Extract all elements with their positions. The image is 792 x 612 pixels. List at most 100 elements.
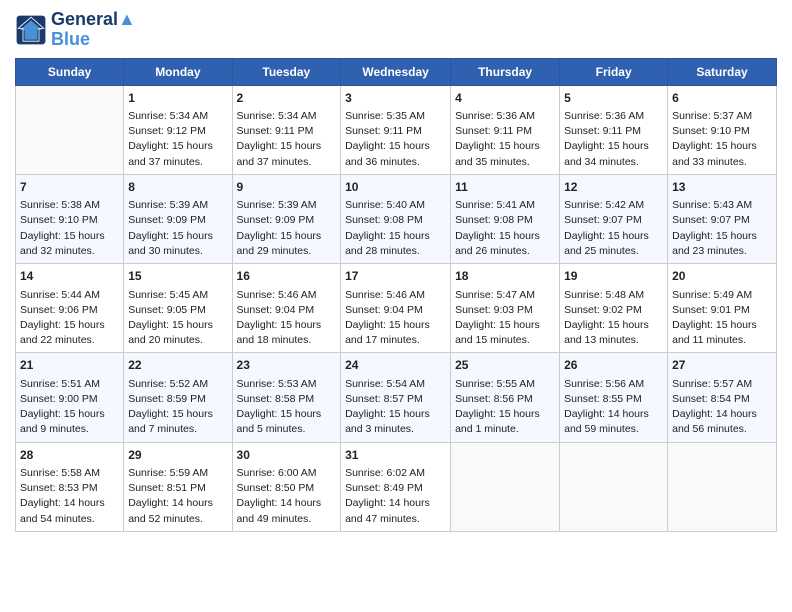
day-info: Sunrise: 5:46 AM Sunset: 9:04 PM Dayligh… [237,288,337,349]
calendar-cell: 23 Sunrise: 5:53 AM Sunset: 8:58 PM Dayli… [232,353,341,442]
day-info: Sunrise: 5:53 AM Sunset: 8:58 PM Dayligh… [237,377,337,438]
day-number: 2 [237,90,337,107]
calendar-cell: 7 Sunrise: 5:38 AM Sunset: 9:10 PM Daylig… [16,174,124,263]
day-number: 25 [455,357,555,374]
day-number: 21 [20,357,119,374]
calendar-cell: 8 Sunrise: 5:39 AM Sunset: 9:09 PM Daylig… [124,174,232,263]
weekday-header-tuesday: Tuesday [232,58,341,85]
weekday-header-friday: Friday [560,58,668,85]
day-info: Sunrise: 6:00 AM Sunset: 8:50 PM Dayligh… [237,466,337,527]
calendar-cell: 4 Sunrise: 5:36 AM Sunset: 9:11 PM Daylig… [451,85,560,174]
day-number: 7 [20,179,119,196]
calendar-cell: 12 Sunrise: 5:42 AM Sunset: 9:07 PM Dayli… [560,174,668,263]
day-number: 18 [455,268,555,285]
day-number: 16 [237,268,337,285]
day-number: 24 [345,357,446,374]
logo-text: General▲ Blue [51,10,136,50]
calendar-cell: 14 Sunrise: 5:44 AM Sunset: 9:06 PM Dayli… [16,264,124,353]
day-info: Sunrise: 5:56 AM Sunset: 8:55 PM Dayligh… [564,377,663,438]
day-info: Sunrise: 5:54 AM Sunset: 8:57 PM Dayligh… [345,377,446,438]
day-info: Sunrise: 5:45 AM Sunset: 9:05 PM Dayligh… [128,288,227,349]
calendar-cell: 10 Sunrise: 5:40 AM Sunset: 9:08 PM Dayli… [341,174,451,263]
day-number: 15 [128,268,227,285]
calendar-cell: 24 Sunrise: 5:54 AM Sunset: 8:57 PM Dayli… [341,353,451,442]
calendar-week-2: 7 Sunrise: 5:38 AM Sunset: 9:10 PM Daylig… [16,174,777,263]
day-number: 8 [128,179,227,196]
day-number: 28 [20,447,119,464]
day-info: Sunrise: 5:44 AM Sunset: 9:06 PM Dayligh… [20,288,119,349]
calendar-cell: 1 Sunrise: 5:34 AM Sunset: 9:12 PM Daylig… [124,85,232,174]
weekday-header-thursday: Thursday [451,58,560,85]
calendar-cell: 18 Sunrise: 5:47 AM Sunset: 9:03 PM Dayli… [451,264,560,353]
weekday-header-monday: Monday [124,58,232,85]
logo: General▲ Blue [15,10,136,50]
day-info: Sunrise: 5:34 AM Sunset: 9:12 PM Dayligh… [128,109,227,170]
calendar-cell: 21 Sunrise: 5:51 AM Sunset: 9:00 PM Dayli… [16,353,124,442]
day-info: Sunrise: 5:59 AM Sunset: 8:51 PM Dayligh… [128,466,227,527]
day-number: 31 [345,447,446,464]
weekday-header-saturday: Saturday [668,58,777,85]
calendar-cell: 15 Sunrise: 5:45 AM Sunset: 9:05 PM Dayli… [124,264,232,353]
calendar-cell [668,442,777,531]
calendar-cell: 30 Sunrise: 6:00 AM Sunset: 8:50 PM Dayli… [232,442,341,531]
day-info: Sunrise: 5:52 AM Sunset: 8:59 PM Dayligh… [128,377,227,438]
day-info: Sunrise: 5:36 AM Sunset: 9:11 PM Dayligh… [564,109,663,170]
day-info: Sunrise: 5:35 AM Sunset: 9:11 PM Dayligh… [345,109,446,170]
calendar-cell: 25 Sunrise: 5:55 AM Sunset: 8:56 PM Dayli… [451,353,560,442]
day-info: Sunrise: 5:51 AM Sunset: 9:00 PM Dayligh… [20,377,119,438]
calendar-cell: 22Sunrise: 5:52 AM Sunset: 8:59 PM Dayli… [124,353,232,442]
page-header: General▲ Blue [15,10,777,50]
calendar-cell [560,442,668,531]
day-number: 20 [672,268,772,285]
day-info: Sunrise: 5:37 AM Sunset: 9:10 PM Dayligh… [672,109,772,170]
calendar-cell: 2 Sunrise: 5:34 AM Sunset: 9:11 PM Daylig… [232,85,341,174]
day-info: Sunrise: 5:41 AM Sunset: 9:08 PM Dayligh… [455,198,555,259]
calendar-cell: 28 Sunrise: 5:58 AM Sunset: 8:53 PM Dayli… [16,442,124,531]
weekday-header-sunday: Sunday [16,58,124,85]
calendar-cell: 19Sunrise: 5:48 AM Sunset: 9:02 PM Dayli… [560,264,668,353]
day-info: Sunrise: 5:38 AM Sunset: 9:10 PM Dayligh… [20,198,119,259]
day-info: Sunrise: 5:36 AM Sunset: 9:11 PM Dayligh… [455,109,555,170]
day-number: 4 [455,90,555,107]
day-info: Sunrise: 5:42 AM Sunset: 9:07 PM Dayligh… [564,198,663,259]
calendar-week-3: 14 Sunrise: 5:44 AM Sunset: 9:06 PM Dayli… [16,264,777,353]
calendar-week-5: 28 Sunrise: 5:58 AM Sunset: 8:53 PM Dayli… [16,442,777,531]
day-info: Sunrise: 5:43 AM Sunset: 9:07 PM Dayligh… [672,198,772,259]
weekday-header-row: SundayMondayTuesdayWednesdayThursdayFrid… [16,58,777,85]
logo-icon [15,14,47,46]
calendar-cell [16,85,124,174]
weekday-header-wednesday: Wednesday [341,58,451,85]
day-number: 29 [128,447,227,464]
day-number: 17 [345,268,446,285]
day-info: Sunrise: 5:40 AM Sunset: 9:08 PM Dayligh… [345,198,446,259]
day-number: 6 [672,90,772,107]
calendar-cell: 6 Sunrise: 5:37 AM Sunset: 9:10 PM Daylig… [668,85,777,174]
day-number: 12 [564,179,663,196]
calendar-cell: 17 Sunrise: 5:46 AM Sunset: 9:04 PM Dayli… [341,264,451,353]
day-info: Sunrise: 5:39 AM Sunset: 9:09 PM Dayligh… [128,198,227,259]
day-number: 14 [20,268,119,285]
day-number: 9 [237,179,337,196]
day-number: 19 [564,268,663,285]
day-info: Sunrise: 5:34 AM Sunset: 9:11 PM Dayligh… [237,109,337,170]
day-number: 1 [128,90,227,107]
calendar-cell: 16 Sunrise: 5:46 AM Sunset: 9:04 PM Dayli… [232,264,341,353]
calendar-cell: 13 Sunrise: 5:43 AM Sunset: 9:07 PM Dayli… [668,174,777,263]
day-number: 23 [237,357,337,374]
day-info: Sunrise: 5:47 AM Sunset: 9:03 PM Dayligh… [455,288,555,349]
day-number: 13 [672,179,772,196]
day-info: Sunrise: 5:55 AM Sunset: 8:56 PM Dayligh… [455,377,555,438]
day-number: 30 [237,447,337,464]
day-number: 10 [345,179,446,196]
day-info: Sunrise: 5:58 AM Sunset: 8:53 PM Dayligh… [20,466,119,527]
day-info: Sunrise: 5:46 AM Sunset: 9:04 PM Dayligh… [345,288,446,349]
day-number: 26 [564,357,663,374]
day-info: Sunrise: 5:39 AM Sunset: 9:09 PM Dayligh… [237,198,337,259]
day-info: Sunrise: 5:49 AM Sunset: 9:01 PM Dayligh… [672,288,772,349]
calendar-cell [451,442,560,531]
calendar-cell: 27Sunrise: 5:57 AM Sunset: 8:54 PM Dayli… [668,353,777,442]
calendar-cell: 9 Sunrise: 5:39 AM Sunset: 9:09 PM Daylig… [232,174,341,263]
day-number: 5 [564,90,663,107]
day-number: 11 [455,179,555,196]
calendar-cell: 3Sunrise: 5:35 AM Sunset: 9:11 PM Daylig… [341,85,451,174]
